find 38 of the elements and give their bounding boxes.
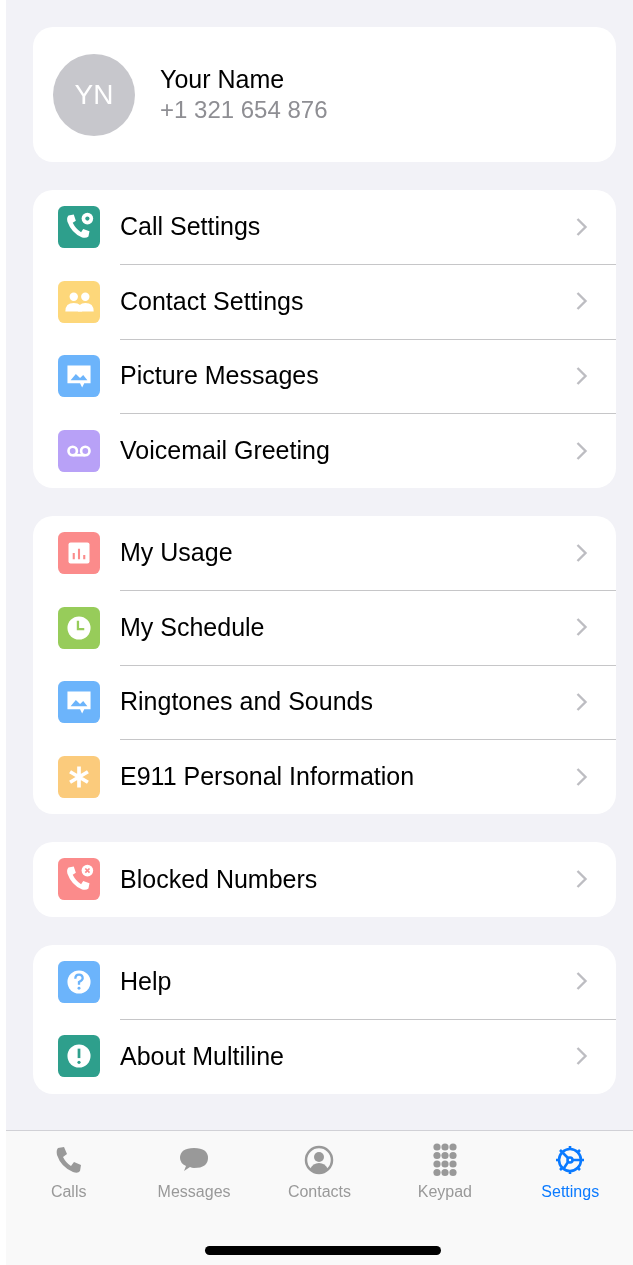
chevron-icon [575, 1046, 588, 1067]
settings-item[interactable]: Blocked Numbers [33, 842, 616, 917]
chevron-icon [575, 216, 588, 237]
settings-label: Call Settings [120, 212, 261, 242]
settings-label: Picture Messages [120, 361, 319, 391]
profile-name: Your Name [160, 65, 286, 94]
settings-item[interactable]: My Schedule [33, 590, 616, 665]
chevron-icon [575, 766, 588, 787]
chevron-icon [575, 291, 588, 312]
settings-label: My Usage [120, 538, 233, 568]
settings-label: Voicemail Greeting [120, 436, 330, 466]
chevron-icon [575, 542, 588, 563]
profile-phone: +1 321 654 876 [160, 96, 328, 124]
settings-label: My Schedule [120, 612, 265, 642]
settings-label: Ringtones and Sounds [120, 687, 373, 717]
chevron-icon [575, 617, 588, 638]
settings-item[interactable]: Contact Settings [33, 264, 616, 339]
chevron-icon [575, 691, 588, 712]
settings-item[interactable]: Picture Messages [33, 339, 616, 414]
chevron-icon [575, 440, 588, 461]
chevron-icon [575, 971, 588, 992]
settings-label: Contact Settings [120, 286, 304, 316]
settings-label: E911 Personal Information [120, 762, 415, 792]
chevron-icon [575, 365, 588, 386]
settings-label: About Multiline [120, 1041, 284, 1071]
settings-item[interactable]: Call Settings [33, 190, 616, 265]
settings-item[interactable]: My Usage [33, 516, 616, 591]
settings-label: Help [120, 966, 172, 996]
chevron-icon [575, 869, 588, 890]
settings-item[interactable]: E911 Personal Information [33, 739, 616, 814]
profile-card[interactable]: YN Your Name +1 321 654 876 [33, 27, 616, 162]
settings-item[interactable]: Voicemail Greeting [33, 413, 616, 488]
settings-item[interactable]: About Multiline [33, 1019, 616, 1094]
settings-item[interactable]: Help [33, 944, 616, 1019]
settings-item[interactable]: Ringtones and Sounds [33, 665, 616, 740]
avatar: YN [53, 53, 135, 136]
tab[interactable]: Settings [515, 1141, 626, 1203]
settings-label: Blocked Numbers [120, 864, 318, 894]
